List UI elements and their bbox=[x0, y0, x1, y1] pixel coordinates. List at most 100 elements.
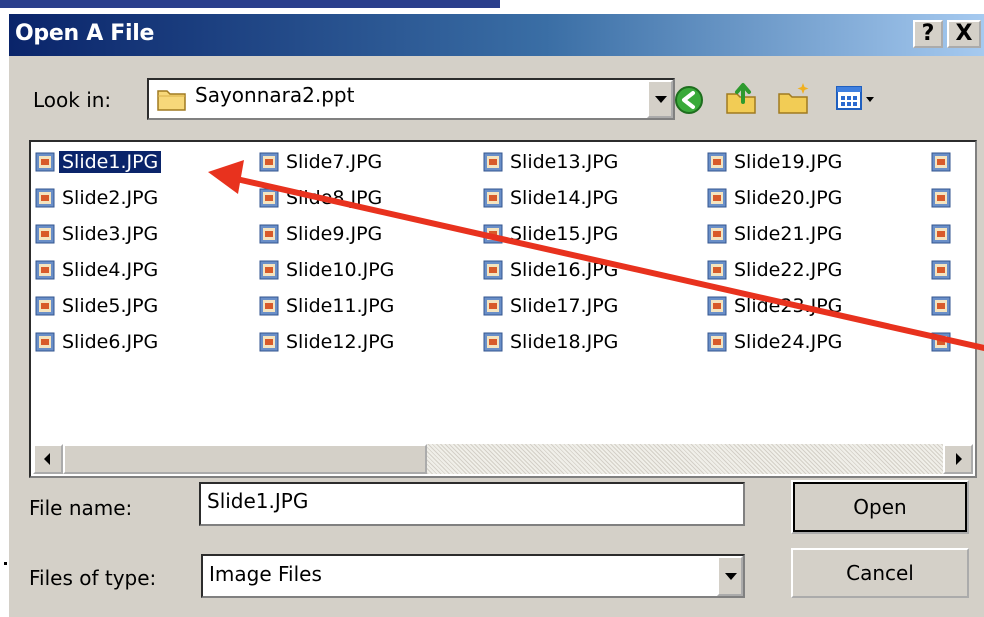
horizontal-scrollbar[interactable] bbox=[33, 444, 973, 474]
file-item[interactable]: Slide23.JPG bbox=[707, 292, 845, 320]
file-name-text: Slide1.JPG bbox=[57, 150, 163, 174]
file-item[interactable]: Slide17.JPG bbox=[483, 292, 621, 320]
file-item[interactable]: Slide18.JPG bbox=[483, 328, 621, 356]
file-item[interactable]: Slide20.JPG bbox=[707, 184, 845, 212]
file-item[interactable]: Slide19.JPG bbox=[707, 148, 845, 176]
image-file-icon bbox=[35, 224, 55, 244]
cancel-button[interactable]: Cancel bbox=[791, 548, 969, 598]
scroll-thumb[interactable] bbox=[63, 444, 427, 474]
file-item-partial[interactable] bbox=[931, 220, 955, 248]
close-button[interactable]: X bbox=[947, 20, 981, 48]
file-name-text: Slide8.JPG bbox=[286, 187, 383, 209]
image-file-icon bbox=[35, 296, 55, 316]
file-item[interactable]: Slide10.JPG bbox=[259, 256, 397, 284]
file-name-text: Slide10.JPG bbox=[286, 259, 395, 281]
dialog-title: Open A File bbox=[15, 21, 155, 46]
file-item[interactable]: Slide9.JPG bbox=[259, 220, 385, 248]
image-file-icon bbox=[707, 224, 727, 244]
image-file-icon bbox=[707, 152, 727, 172]
scroll-left-arrow-icon bbox=[44, 453, 50, 465]
file-item[interactable]: Slide21.JPG bbox=[707, 220, 845, 248]
file-item[interactable]: Slide13.JPG bbox=[483, 148, 621, 176]
file-item[interactable]: Slide12.JPG bbox=[259, 328, 397, 356]
look-in-combo[interactable]: Sayonnara2.ppt bbox=[147, 78, 675, 120]
file-item-partial[interactable] bbox=[931, 256, 955, 284]
open-button[interactable]: Open bbox=[791, 480, 969, 534]
new-folder-icon[interactable] bbox=[777, 80, 813, 116]
file-name-text: Slide2.JPG bbox=[62, 187, 159, 209]
look-in-dropdown-button[interactable] bbox=[647, 80, 673, 118]
scroll-left-button[interactable] bbox=[33, 444, 63, 474]
file-list[interactable]: Slide1.JPG Slide2.JPG Slide3.JPG Slide4.JPG… bbox=[29, 140, 977, 478]
file-item[interactable]: Slide16.JPG bbox=[483, 256, 621, 284]
file-name-text: Slide19.JPG bbox=[734, 151, 843, 173]
file-item[interactable]: Slide5.JPG bbox=[35, 292, 161, 320]
files-of-type-value: Image Files bbox=[209, 562, 322, 586]
help-button[interactable]: ? bbox=[913, 20, 943, 48]
image-file-icon bbox=[707, 332, 727, 352]
image-file-icon bbox=[259, 332, 279, 352]
file-item[interactable]: Slide8.JPG bbox=[259, 184, 385, 212]
open-file-dialog: Open A File ? X Look in: Sayonnara2.ppt bbox=[8, 14, 984, 617]
image-file-icon bbox=[483, 224, 503, 244]
image-file-icon bbox=[259, 152, 279, 172]
image-file-icon bbox=[35, 188, 55, 208]
up-folder-icon[interactable] bbox=[725, 80, 759, 116]
file-item[interactable]: Slide7.JPG bbox=[259, 148, 385, 176]
file-name-text: Slide5.JPG bbox=[62, 295, 159, 317]
file-name-text: Slide14.JPG bbox=[510, 187, 619, 209]
file-name-text: Slide13.JPG bbox=[510, 151, 619, 173]
file-item[interactable]: Slide22.JPG bbox=[707, 256, 845, 284]
image-file-icon bbox=[483, 260, 503, 280]
image-file-icon bbox=[259, 224, 279, 244]
file-name-text: Slide7.JPG bbox=[286, 151, 383, 173]
file-item-partial[interactable] bbox=[931, 292, 955, 320]
back-arrow-icon[interactable] bbox=[673, 84, 707, 116]
file-item[interactable]: Slide3.JPG bbox=[35, 220, 161, 248]
scroll-right-arrow-icon bbox=[956, 453, 962, 465]
scroll-right-button[interactable] bbox=[943, 444, 973, 474]
file-item[interactable]: Slide14.JPG bbox=[483, 184, 621, 212]
file-name-text: Slide4.JPG bbox=[62, 259, 159, 281]
file-item[interactable]: Slide24.JPG bbox=[707, 328, 845, 356]
file-name-text: Slide3.JPG bbox=[62, 223, 159, 245]
image-file-icon bbox=[483, 296, 503, 316]
image-file-icon bbox=[483, 188, 503, 208]
file-item[interactable]: Slide4.JPG bbox=[35, 256, 161, 284]
file-item-partial[interactable] bbox=[931, 328, 955, 356]
file-name-text: Slide18.JPG bbox=[510, 331, 619, 353]
file-name-text: Slide16.JPG bbox=[510, 259, 619, 281]
image-file-icon bbox=[259, 260, 279, 280]
image-file-icon bbox=[707, 260, 727, 280]
file-item-partial[interactable] bbox=[931, 184, 955, 212]
file-name-text: Slide12.JPG bbox=[286, 331, 395, 353]
files-of-type-combo[interactable]: Image Files bbox=[201, 554, 745, 598]
image-file-icon bbox=[931, 332, 951, 352]
files-of-type-dropdown-button[interactable] bbox=[717, 556, 743, 596]
file-item[interactable]: Slide15.JPG bbox=[483, 220, 621, 248]
file-name-text: Slide20.JPG bbox=[734, 187, 843, 209]
image-file-icon bbox=[35, 152, 55, 172]
title-bar: Open A File ? X bbox=[9, 14, 984, 56]
image-file-icon bbox=[931, 188, 951, 208]
image-file-icon bbox=[931, 296, 951, 316]
image-file-icon bbox=[931, 152, 951, 172]
file-item[interactable]: Slide2.JPG bbox=[35, 184, 161, 212]
file-name-text: Slide15.JPG bbox=[510, 223, 619, 245]
files-of-type-label: Files of type: bbox=[29, 566, 157, 590]
file-name-label: File name: bbox=[29, 496, 133, 520]
image-file-icon bbox=[483, 152, 503, 172]
image-file-icon bbox=[707, 188, 727, 208]
file-name-value: Slide1.JPG bbox=[207, 489, 309, 513]
file-name-text: Slide11.JPG bbox=[286, 295, 395, 317]
views-menu-icon[interactable] bbox=[835, 84, 881, 114]
look-in-label: Look in: bbox=[33, 88, 112, 112]
file-item[interactable]: Slide1.JPG bbox=[35, 148, 163, 176]
file-item-partial[interactable] bbox=[931, 148, 955, 176]
file-item[interactable]: Slide6.JPG bbox=[35, 328, 161, 356]
image-file-icon bbox=[707, 296, 727, 316]
file-name-input[interactable]: Slide1.JPG bbox=[199, 482, 745, 526]
file-name-text: Slide23.JPG bbox=[734, 295, 843, 317]
file-item[interactable]: Slide11.JPG bbox=[259, 292, 397, 320]
file-name-text: Slide24.JPG bbox=[734, 331, 843, 353]
